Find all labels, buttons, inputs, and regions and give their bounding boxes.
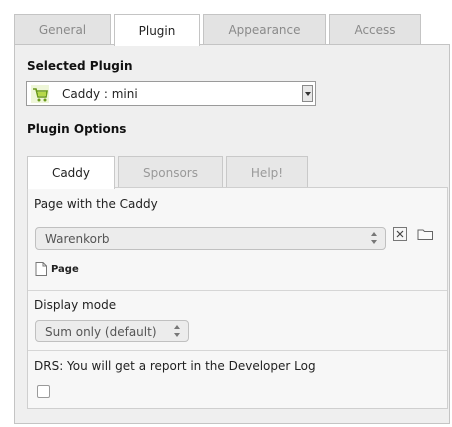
drs-checkbox[interactable] <box>37 385 50 398</box>
page-link[interactable]: Page <box>35 262 79 276</box>
page-select-value: Warenkorb <box>45 232 110 246</box>
tab-help[interactable]: Help! <box>226 156 308 188</box>
drs-label: DRS: You will get a report in the Develo… <box>34 359 316 373</box>
shopping-cart-icon <box>31 85 49 103</box>
tab-plugin-label: Plugin <box>138 23 176 38</box>
page-with-caddy-label: Page with the Caddy <box>34 197 158 211</box>
page-icon <box>35 262 47 276</box>
plugin-select-value: Caddy : mini <box>62 87 138 101</box>
clear-icon[interactable] <box>393 227 407 241</box>
plugin-options-heading: Plugin Options <box>27 122 127 136</box>
tab-sponsors[interactable]: Sponsors <box>118 156 223 188</box>
page-link-label: Page <box>51 263 79 275</box>
tab-help-label: Help! <box>250 165 284 180</box>
tab-access[interactable]: Access <box>329 14 421 45</box>
stepper-arrows-icon <box>174 325 180 337</box>
stepper-arrows-icon <box>371 232 377 244</box>
divider <box>28 290 447 291</box>
tab-access-label: Access <box>354 23 396 37</box>
tab-general-label: General <box>38 23 87 37</box>
tab-appearance-label: Appearance <box>228 23 301 37</box>
selected-plugin-heading: Selected Plugin <box>27 59 133 73</box>
chevron-down-icon[interactable] <box>302 85 313 102</box>
tab-general[interactable]: General <box>14 14 111 45</box>
tab-appearance[interactable]: Appearance <box>203 14 326 45</box>
display-mode-select[interactable]: Sum only (default) <box>35 320 189 342</box>
display-mode-label: Display mode <box>34 298 117 312</box>
folder-icon[interactable] <box>417 227 434 241</box>
plugin-select[interactable]: Caddy : mini <box>26 81 316 106</box>
tab-plugin[interactable]: Plugin <box>114 14 200 46</box>
divider <box>28 350 447 351</box>
tab-sponsors-label: Sponsors <box>143 165 198 180</box>
tab-caddy[interactable]: Caddy <box>27 156 115 189</box>
display-mode-select-value: Sum only (default) <box>45 325 157 339</box>
page-select[interactable]: Warenkorb <box>35 227 386 250</box>
tab-caddy-label: Caddy <box>51 166 91 180</box>
